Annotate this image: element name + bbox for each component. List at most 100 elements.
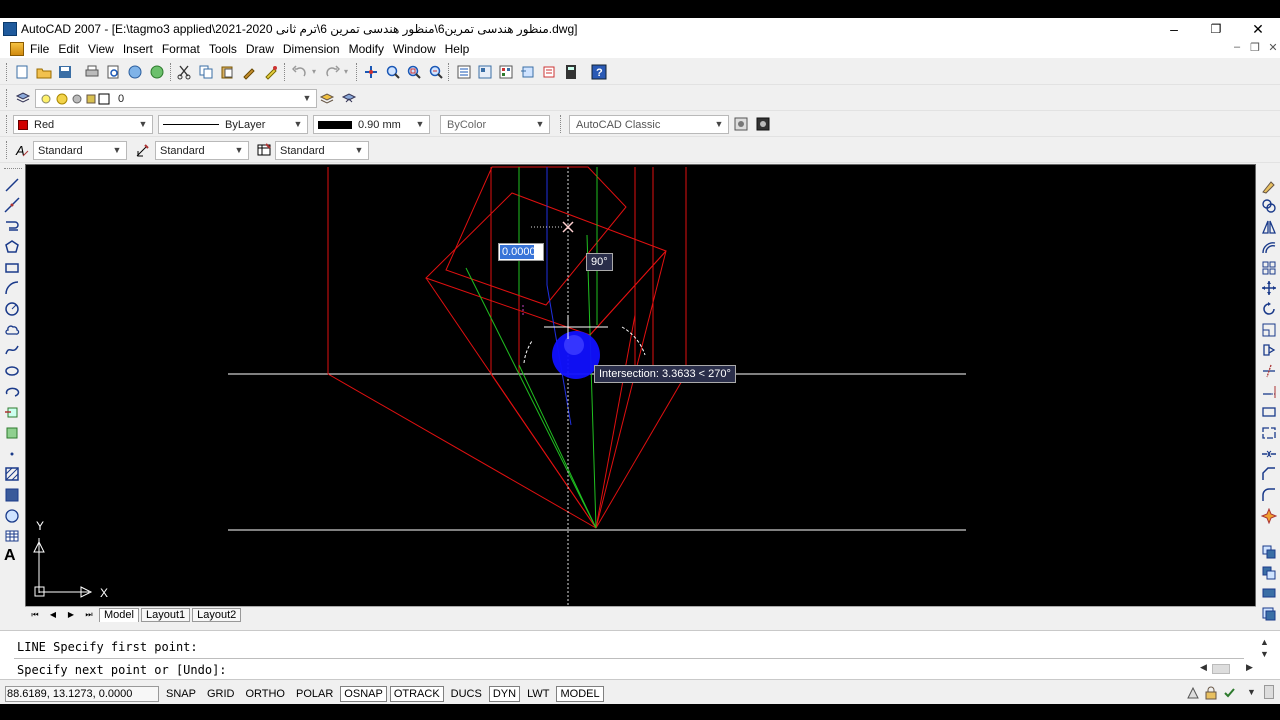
sheet-set-manager-icon[interactable]: [520, 64, 536, 80]
make-block-icon[interactable]: [4, 425, 20, 441]
spline-icon[interactable]: [4, 342, 20, 358]
ellipse-arc-icon[interactable]: [4, 384, 20, 400]
workspace-dropdown[interactable]: AutoCAD Classic ▼: [569, 115, 729, 134]
make-object-layer-current-icon[interactable]: [319, 90, 335, 106]
undo-dropdown-icon[interactable]: ▾: [312, 67, 316, 76]
plotstyle-control-dropdown[interactable]: ByColor ▼: [440, 115, 550, 134]
arc-icon[interactable]: [4, 280, 20, 296]
draw-order-icon[interactable]: [1261, 544, 1277, 560]
layer-properties-manager-icon[interactable]: [15, 90, 31, 106]
print-icon[interactable]: [84, 64, 100, 80]
last-tab-icon[interactable]: ⏭: [81, 608, 97, 622]
bring-above-icon[interactable]: [1261, 606, 1277, 622]
array-icon[interactable]: [1261, 260, 1277, 276]
model-space-canvas[interactable]: Y X 0.0000 90° Intersection: 3.3633 < 27…: [25, 164, 1256, 607]
dynamic-input-distance[interactable]: 0.0000: [498, 243, 544, 261]
coordinate-display[interactable]: 88.6189, 13.1273, 0.0000: [5, 685, 159, 702]
zoom-window-icon[interactable]: [406, 64, 422, 80]
lineweight-control-dropdown[interactable]: 0.90 mm ▼: [313, 115, 430, 134]
text-style-icon[interactable]: A: [14, 142, 30, 158]
command-window[interactable]: LINE Specify first point: Specify next p…: [0, 630, 1280, 680]
point-icon[interactable]: [4, 446, 20, 462]
scale-icon[interactable]: [1261, 322, 1277, 338]
menu-modify[interactable]: Modify: [349, 42, 391, 56]
snap-toggle[interactable]: SNAP: [162, 686, 200, 702]
pan-realtime-icon[interactable]: [363, 64, 379, 80]
tab-model[interactable]: Model: [99, 607, 139, 622]
menu-file[interactable]: File: [30, 42, 56, 56]
region-icon[interactable]: [4, 508, 20, 524]
tool-palettes-icon[interactable]: [498, 64, 514, 80]
design-publish-icon[interactable]: [149, 64, 165, 80]
drawing-area[interactable]: Y X: [26, 165, 1255, 606]
document-icon[interactable]: [10, 42, 24, 56]
rectangle-icon[interactable]: [4, 260, 20, 276]
ortho-toggle[interactable]: ORTHO: [241, 686, 289, 702]
lock-icon[interactable]: [1204, 686, 1218, 700]
table-style-icon[interactable]: [256, 142, 272, 158]
fillet-icon[interactable]: [1261, 487, 1277, 503]
layer-previous-icon[interactable]: [341, 90, 357, 106]
toolbar-grip[interactable]: [4, 168, 22, 169]
doc-minimize-button[interactable]: –: [1228, 41, 1246, 53]
doc-restore-button[interactable]: ❐: [1246, 41, 1264, 54]
scroll-right-icon[interactable]: ▶: [1246, 662, 1253, 673]
move-icon[interactable]: [1261, 280, 1277, 296]
table-style-dropdown[interactable]: Standard ▼: [275, 141, 369, 160]
menu-dimension[interactable]: Dimension: [283, 42, 347, 56]
table-icon[interactable]: [4, 528, 20, 544]
trim-icon[interactable]: [1261, 363, 1277, 379]
ellipse-icon[interactable]: [4, 363, 20, 379]
tab-layout1[interactable]: Layout1: [140, 607, 191, 622]
join-icon[interactable]: [1261, 446, 1277, 462]
extend-icon[interactable]: [1261, 384, 1277, 400]
osnap-toggle[interactable]: OSNAP: [340, 685, 387, 702]
send-to-back-icon[interactable]: [1261, 585, 1277, 601]
menu-edit[interactable]: Edit: [58, 42, 86, 56]
workspace-settings-icon[interactable]: [733, 116, 749, 132]
design-center-icon[interactable]: [477, 64, 493, 80]
break-icon[interactable]: [1261, 425, 1277, 441]
ducs-toggle[interactable]: DUCS: [447, 686, 486, 702]
dimension-style-icon[interactable]: [135, 142, 151, 158]
zoom-realtime-icon[interactable]: [385, 64, 401, 80]
clean-screen-button[interactable]: [1264, 685, 1274, 699]
cut-icon[interactable]: [176, 64, 192, 80]
construction-line-icon[interactable]: [4, 197, 20, 213]
paste-icon[interactable]: [219, 64, 235, 80]
mirror-icon[interactable]: [1261, 219, 1277, 235]
my-workspace-icon[interactable]: [755, 116, 771, 132]
dimension-style-dropdown[interactable]: Standard ▼: [155, 141, 249, 160]
redo-icon[interactable]: [324, 64, 340, 80]
scroll-thumb[interactable]: [1212, 664, 1230, 674]
explode-icon[interactable]: [1261, 508, 1277, 524]
zoom-previous-icon[interactable]: [428, 64, 444, 80]
status-menu-chevron-down-icon[interactable]: ▼: [1247, 687, 1256, 697]
otrack-toggle[interactable]: OTRACK: [389, 685, 444, 702]
circle-icon[interactable]: [4, 301, 20, 317]
copy-icon[interactable]: [198, 64, 214, 80]
copy-object-icon[interactable]: [1261, 198, 1277, 214]
scroll-up-icon[interactable]: ▲: [1260, 637, 1269, 647]
new-icon[interactable]: [14, 64, 30, 80]
tray-settings-icon[interactable]: [1222, 686, 1236, 700]
menu-tools[interactable]: Tools: [209, 42, 244, 56]
properties-icon[interactable]: [456, 64, 472, 80]
toolbar-grip[interactable]: [6, 115, 9, 133]
doc-close-button[interactable]: ✕: [1264, 41, 1280, 54]
command-hscrollbar[interactable]: ◀ ▶: [1200, 662, 1256, 676]
gradient-icon[interactable]: [4, 487, 20, 503]
polar-toggle[interactable]: POLAR: [292, 686, 337, 702]
lwt-toggle[interactable]: LWT: [523, 686, 553, 702]
minimize-button[interactable]: –: [1152, 18, 1196, 40]
polyline-icon[interactable]: [4, 218, 20, 234]
tab-layout2[interactable]: Layout2: [192, 607, 242, 622]
redo-dropdown-icon[interactable]: ▾: [344, 67, 348, 76]
rotate-icon[interactable]: [1261, 301, 1277, 317]
markup-set-manager-icon[interactable]: [541, 64, 557, 80]
quick-calc-icon[interactable]: [563, 64, 579, 80]
model-paper-toggle[interactable]: MODEL: [556, 685, 604, 702]
block-editor-icon[interactable]: [263, 64, 279, 80]
polygon-icon[interactable]: [4, 239, 20, 255]
line-icon[interactable]: [4, 177, 20, 193]
